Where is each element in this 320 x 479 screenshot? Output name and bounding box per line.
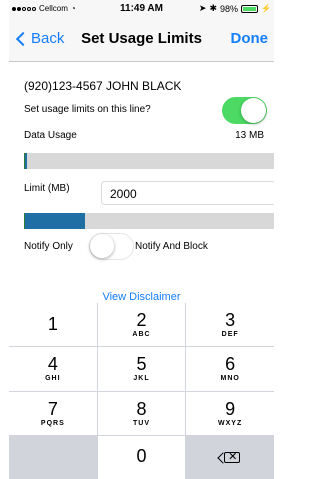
- toggle-knob: [241, 98, 266, 123]
- delete-key[interactable]: ✕: [186, 435, 274, 479]
- status-bar: Cellcom ◔ 11:49 AM ➤ ✱ 98% ⚡: [9, 0, 274, 18]
- back-button[interactable]: Back: [15, 30, 64, 47]
- backspace-icon: ✕: [224, 451, 241, 463]
- usage-limit-toggle[interactable]: [222, 97, 267, 124]
- view-disclaimer-link[interactable]: View Disclaimer: [9, 291, 274, 303]
- navigation-bar: Back Set Usage Limits Done: [9, 18, 274, 62]
- bluetooth-icon: ✱: [209, 3, 218, 13]
- key-5[interactable]: 5 JKL: [97, 347, 186, 391]
- done-button[interactable]: Done: [231, 30, 269, 47]
- status-right: ➤ ✱ 98% ⚡: [199, 3, 271, 14]
- key-6[interactable]: 6 MNO: [186, 347, 274, 391]
- key-9[interactable]: 9 WXYZ: [186, 391, 274, 435]
- chevron-left-icon: [15, 31, 31, 46]
- notify-only-label: Notify Only: [24, 241, 73, 252]
- line-title: (920)123-4567 JOHN BLACK: [24, 79, 182, 93]
- toggle-knob: [90, 234, 114, 258]
- key-3[interactable]: 3 DEF: [186, 303, 274, 347]
- limit-bar: [24, 213, 274, 229]
- notify-mode-toggle[interactable]: [89, 233, 134, 260]
- battery-percent: 98%: [220, 3, 239, 14]
- back-label: Back: [31, 30, 65, 47]
- key-8[interactable]: 8 TUV: [97, 391, 186, 435]
- notify-and-block-label: Notify And Block: [135, 241, 208, 252]
- data-usage-value: 13 MB: [235, 130, 264, 141]
- key-0[interactable]: 0: [97, 435, 186, 479]
- key-1[interactable]: 1: [9, 303, 97, 347]
- data-usage-label: Data Usage: [24, 130, 77, 141]
- location-icon: ➤: [198, 3, 207, 13]
- numeric-keypad: 1 2 ABC 3 DEF 4 GHI 5 JKL 6 MNO 7 PQRS 8 TUV 9W…: [9, 303, 274, 479]
- key-4[interactable]: 4 GHI: [9, 347, 97, 391]
- limit-bar-fill: [25, 213, 86, 229]
- battery-icon: [241, 4, 259, 13]
- key-7[interactable]: 7 PQRS: [9, 391, 97, 435]
- key-2[interactable]: 2 ABC: [97, 303, 186, 347]
- data-usage-bar: [24, 153, 274, 169]
- keypad-blank: [9, 435, 97, 479]
- data-usage-bar-fill: [25, 153, 27, 169]
- phone-screen: Cellcom ◔ 11:49 AM ➤ ✱ 98% ⚡ Back Set Us…: [9, 0, 274, 479]
- limit-input[interactable]: 2000: [101, 181, 274, 205]
- charging-icon: ⚡: [261, 4, 271, 13]
